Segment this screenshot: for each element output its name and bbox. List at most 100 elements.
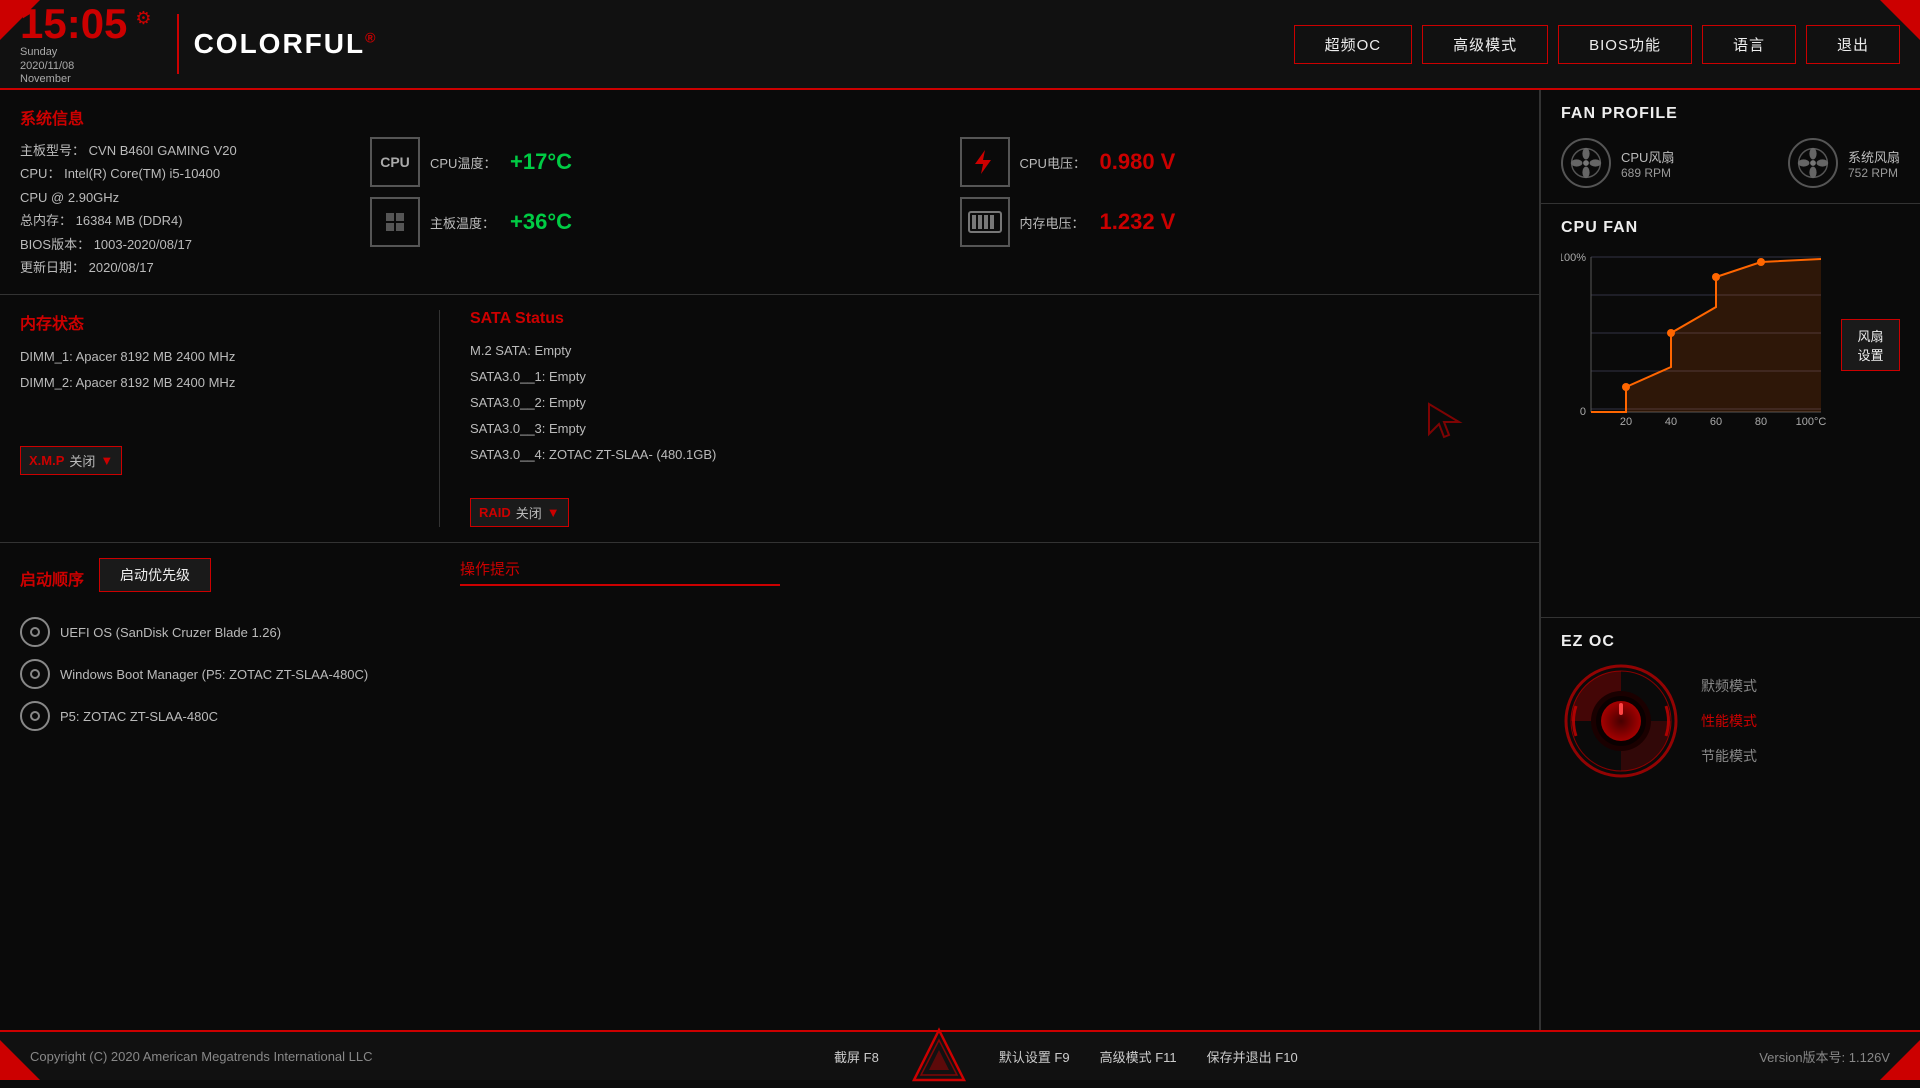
svg-text:80: 80 [1755, 416, 1767, 428]
cpu-fan-item: CPU风扇 689 RPM [1561, 138, 1674, 188]
oc-mode-eco[interactable]: 节能模式 [1701, 746, 1757, 766]
oc-mode-default[interactable]: 默频模式 [1701, 676, 1757, 696]
sata-m2: M.2 SATA: Empty [470, 338, 1369, 364]
corner-decoration-bl [0, 1040, 40, 1080]
nav-oc-button[interactable]: 超频OC [1294, 25, 1413, 64]
op-hint-line [460, 584, 780, 586]
cpu-temp-value: +17°C [510, 149, 572, 175]
cpu-chip-icon: CPU [370, 137, 420, 187]
raid-label: RAID [479, 505, 511, 520]
footer-key-label-2: 高级模式 F11 [1100, 1047, 1177, 1066]
oc-mode-performance[interactable]: 性能模式 [1701, 711, 1757, 731]
svg-text:100°C: 100°C [1796, 416, 1827, 428]
right-panel: FAN PROFILE CPU风扇 [1540, 90, 1920, 1030]
mem-title: 内存状态 [20, 310, 419, 334]
mb-temp-row: 主板温度： +36°C [370, 197, 930, 247]
footer-version: Version版本号: 1.126V [1759, 1047, 1890, 1066]
mem-section: 内存状态 DIMM_1: Apacer 8192 MB 2400 MHz DIM… [20, 310, 440, 527]
corner-decoration-tr [1880, 0, 1920, 40]
cpu-label: CPU： [20, 166, 60, 181]
nav-bios-button[interactable]: BIOS功能 [1558, 25, 1692, 64]
xmp-row: X.M.P 关闭 ▼ [20, 446, 419, 475]
sys-fan-icon [1788, 138, 1838, 188]
month-label: November [20, 73, 152, 85]
header-separator [177, 14, 179, 74]
xmp-value: 关闭 [69, 451, 95, 470]
cpu-temp-label: CPU温度： [430, 153, 500, 172]
cpu-fan-chart-title: CPU FAN [1561, 219, 1900, 237]
boot-item-label-2: P5: ZOTAC ZT-SLAA-480C [60, 709, 218, 724]
date-label: 2020/11/08 [20, 60, 74, 72]
chart-area: 100% 0 20 40 60 80 100°C [1561, 247, 1831, 442]
boot-item-1: Windows Boot Manager (P5: ZOTAC ZT-SLAA-… [20, 659, 440, 689]
boot-section: 启动顺序 启动优先级 UEFI OS (SanDisk Cruzer Blade… [0, 543, 1539, 1030]
footer-logo [909, 1025, 969, 1088]
cpu-volt-value: 0.980 V [1100, 149, 1176, 175]
boot-title: 启动顺序 [20, 566, 84, 590]
update-row: 更新日期： 2020/08/17 [20, 256, 340, 279]
xmp-arrow: ▼ [100, 453, 113, 468]
sata-s3: SATA3.0__3: Empty [470, 416, 1369, 442]
mem-sata-section: 内存状态 DIMM_1: Apacer 8192 MB 2400 MHz DIM… [0, 295, 1539, 543]
ez-oc-title: EZ OC [1561, 633, 1900, 651]
sys-info-title: 系统信息 [20, 105, 340, 129]
svg-text:100%: 100% [1561, 252, 1586, 264]
nav-language-button[interactable]: 语言 [1702, 25, 1796, 64]
footer-key-0: 截屏 F8 [834, 1047, 879, 1066]
svg-text:60: 60 [1710, 416, 1722, 428]
mb-model-label: 主板型号： [20, 143, 85, 158]
day-label: Sunday [20, 46, 57, 58]
cpu-fan-info: CPU风扇 689 RPM [1621, 147, 1674, 180]
mem-value: 16384 MB (DDR4) [76, 213, 183, 228]
cpu-volt-label: CPU电压： [1020, 153, 1090, 172]
svg-text:20: 20 [1620, 416, 1632, 428]
fan-items: CPU风扇 689 RPM [1561, 138, 1900, 188]
sys-fan-info: 系统风扇 752 RPM [1848, 147, 1900, 180]
sys-fan-item: 系统风扇 752 RPM [1788, 138, 1900, 188]
footer-key-1: 默认设置 F9 [999, 1047, 1070, 1066]
oc-knob[interactable] [1561, 661, 1681, 781]
raid-dropdown[interactable]: RAID 关闭 ▼ [470, 498, 569, 527]
raid-arrow: ▼ [547, 505, 560, 520]
footer-key-label-3: 保存并退出 F10 [1207, 1047, 1298, 1066]
boot-priority-button[interactable]: 启动优先级 [99, 558, 211, 592]
header-nav: 超频OC 高级模式 BIOS功能 语言 退出 [1294, 25, 1900, 64]
cpu-row2: CPU @ 2.90GHz [20, 186, 340, 209]
dimm2: DIMM_2: Apacer 8192 MB 2400 MHz [20, 370, 419, 396]
dimm1-info: DIMM_1: Apacer 8192 MB 2400 MHz DIMM_2: … [20, 344, 419, 396]
op-hint-title: 操作提示 [460, 558, 1519, 579]
brand-logo: COLORFUL® [194, 28, 378, 60]
fan-settings-button[interactable]: 风扇设置 [1841, 319, 1900, 371]
chart-wrapper: 100% 0 20 40 60 80 100°C [1561, 247, 1900, 442]
xmp-dropdown[interactable]: X.M.P 关闭 ▼ [20, 446, 122, 475]
oc-knob-svg [1561, 661, 1681, 781]
boot-item-0: UEFI OS (SanDisk Cruzer Blade 1.26) [20, 617, 440, 647]
bios-row: BIOS版本： 1003-2020/08/17 [20, 233, 340, 256]
corner-decoration-tl [0, 0, 40, 40]
gear-icon: ⚙ [135, 8, 151, 29]
cpu-fan-name: CPU风扇 [1621, 147, 1674, 166]
fan-profile-title: FAN PROFILE [1561, 105, 1900, 123]
footer: Copyright (C) 2020 American Megatrends I… [0, 1030, 1920, 1080]
raid-value: 关闭 [516, 503, 542, 522]
svg-text:0: 0 [1580, 406, 1586, 418]
cpu-fan-icon [1561, 138, 1611, 188]
mem-volt-row: 内存电压： 1.232 V [960, 197, 1520, 247]
sys-fan-name: 系统风扇 [1848, 147, 1900, 166]
main-content: 系统信息 主板型号： CVN B460I GAMING V20 CPU： Int… [0, 90, 1920, 1030]
footer-key-label-1: 默认设置 F9 [999, 1047, 1070, 1066]
footer-copyright: Copyright (C) 2020 American Megatrends I… [30, 1049, 373, 1064]
temps-section: CPU CPU温度： +17°C 主板温度： [370, 105, 930, 279]
boot-item-label-1: Windows Boot Manager (P5: ZOTAC ZT-SLAA-… [60, 667, 368, 682]
footer-center: 截屏 F8 默认设置 F9 高级模式 F11 保存并退出 F10 [834, 1025, 1298, 1088]
footer-key-3: 保存并退出 F10 [1207, 1047, 1298, 1066]
oc-modes: 默频模式 性能模式 节能模式 [1701, 676, 1757, 766]
mem-volt-label: 内存电压： [1020, 213, 1090, 232]
mouse-area [1369, 310, 1519, 527]
boot-header: 启动顺序 启动优先级 [20, 558, 440, 607]
sys-info-section: 系统信息 主板型号： CVN B460I GAMING V20 CPU： Int… [0, 90, 1539, 295]
date-display: Sunday 2020/11/08 [20, 45, 152, 74]
mem-volt-value: 1.232 V [1100, 209, 1176, 235]
nav-advanced-button[interactable]: 高级模式 [1422, 25, 1548, 64]
dimm1: DIMM_1: Apacer 8192 MB 2400 MHz [20, 344, 419, 370]
